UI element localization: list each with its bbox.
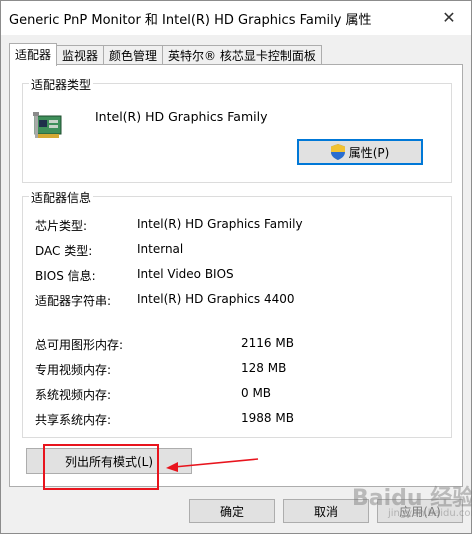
properties-button-label: 属性(P) [348,145,390,160]
title-bar[interactable]: Generic PnP Monitor 和 Intel(R) HD Graphi… [1,1,471,35]
window-title: Generic PnP Monitor 和 Intel(R) HD Graphi… [9,13,372,28]
list-all-modes-button[interactable]: 列出所有模式(L) [26,448,192,474]
adapter-type-group: 适配器类型 Intel(R) HD Graphics Family 属性(P) [22,76,452,183]
tab-intel-control-panel[interactable]: 英特尔® 核芯显卡控制面板 [162,45,322,66]
bios-info-value: Intel Video BIOS [137,267,234,281]
properties-button[interactable]: 属性(P) [297,139,423,165]
adapter-type-group-title: 适配器类型 [29,76,94,93]
adapter-string-value: Intel(R) HD Graphics 4400 [137,292,295,306]
dedicated-memory-value: 128 MB [241,361,287,375]
ok-button[interactable]: 确定 [189,499,275,523]
adapter-string-label: 适配器字符串: [35,294,112,308]
cancel-button[interactable]: 取消 [283,499,369,523]
chip-type-label: 芯片类型: [35,219,88,233]
total-memory-label: 总可用图形内存: [35,338,124,352]
dedicated-memory-label: 专用视频内存: [35,363,112,377]
video-card-icon [33,112,62,138]
properties-dialog: Generic PnP Monitor 和 Intel(R) HD Graphi… [0,0,472,534]
shared-memory-value: 1988 MB [241,411,294,425]
adapter-info-group: 适配器信息 芯片类型: Intel(R) HD Graphics Family … [22,189,452,438]
system-memory-value: 0 MB [241,386,272,400]
total-memory-value: 2116 MB [241,336,294,350]
tab-color-management[interactable]: 颜色管理 [103,45,164,66]
dac-type-value: Internal [137,242,184,256]
adapter-name: Intel(R) HD Graphics Family [95,109,268,124]
system-memory-label: 系统视频内存: [35,388,112,402]
bios-info-label: BIOS 信息: [35,269,96,283]
tab-panel-adapter: 适配器类型 Intel(R) HD Graphics Family 属性(P) … [9,64,463,487]
dac-type-label: DAC 类型: [35,244,93,258]
tab-adapter[interactable]: 适配器 [9,43,58,66]
uac-shield-icon [330,144,345,160]
apply-button[interactable]: 应用(A) [377,499,463,523]
chip-type-value: Intel(R) HD Graphics Family [137,217,303,231]
tab-monitor[interactable]: 监视器 [56,45,105,66]
shared-memory-label: 共享系统内存: [35,413,112,427]
adapter-info-group-title: 适配器信息 [29,189,94,206]
tab-strip: 适配器 监视器 颜色管理 英特尔® 核芯显卡控制面板 [9,43,322,66]
close-icon[interactable]: ✕ [427,1,471,33]
